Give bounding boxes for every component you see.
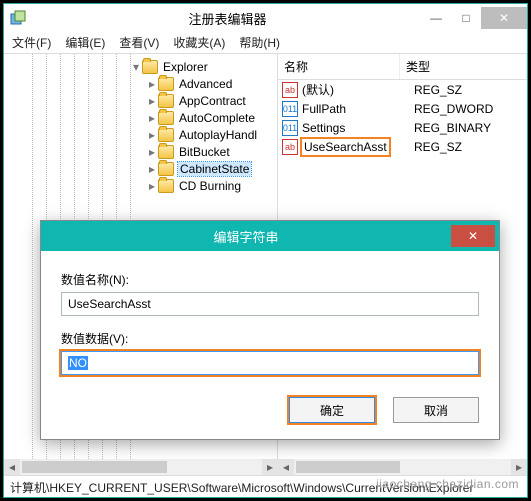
tree-label: CabinetState <box>178 162 251 176</box>
folder-icon <box>158 111 174 125</box>
maximize-button[interactable]: □ <box>451 7 481 29</box>
tree-item-explorer[interactable]: ▾ Explorer <box>4 58 277 75</box>
dialog-titlebar: 编辑字符串 ✕ <box>41 221 499 251</box>
folder-icon <box>142 60 158 74</box>
value-type: REG_SZ <box>414 140 527 154</box>
menu-favorites[interactable]: 收藏夹(A) <box>173 34 225 51</box>
minimize-button[interactable]: — <box>421 7 451 29</box>
menubar: 文件(F) 编辑(E) 查看(V) 收藏夹(A) 帮助(H) <box>4 32 527 54</box>
expand-icon[interactable]: ▸ <box>146 94 158 108</box>
expand-icon[interactable]: ▸ <box>146 145 158 159</box>
folder-icon <box>158 179 174 193</box>
folder-icon <box>158 94 174 108</box>
scroll-thumb[interactable] <box>22 461 167 473</box>
value-string-icon: ab <box>282 139 298 155</box>
value-name-label: 数值名称(N): <box>61 271 479 288</box>
tree-item[interactable]: ▸ AutoComplete <box>4 109 277 126</box>
close-button[interactable]: ✕ <box>481 7 527 29</box>
scroll-thumb[interactable] <box>296 461 400 473</box>
tree-item[interactable]: ▸ CD Burning <box>4 177 277 194</box>
menu-edit[interactable]: 编辑(E) <box>65 34 105 51</box>
value-data-label: 数值数据(V): <box>61 330 479 347</box>
tree-label: Advanced <box>178 77 233 91</box>
collapse-icon[interactable]: ▾ <box>130 60 142 74</box>
tree-label: Explorer <box>162 60 209 74</box>
folder-icon <box>158 128 174 142</box>
tree-item[interactable]: ▸ Advanced <box>4 75 277 92</box>
expand-icon[interactable]: ▸ <box>146 128 158 142</box>
expand-icon[interactable]: ▸ <box>146 77 158 91</box>
titlebar: 注册表编辑器 — □ ✕ <box>4 4 527 32</box>
tree-scrollbar[interactable]: ◂ ▸ <box>4 459 278 475</box>
list-header: 名称 类型 <box>278 54 527 80</box>
tree-label: AutoplayHandl <box>178 128 258 142</box>
dialog-title: 编辑字符串 <box>41 227 451 246</box>
list-scrollbar[interactable]: ◂ ▸ <box>278 459 527 475</box>
value-binary-icon: 011 <box>282 120 298 136</box>
list-row[interactable]: 011 FullPathREG_DWORD <box>278 99 527 118</box>
value-type: REG_SZ <box>414 83 527 97</box>
scroll-track[interactable] <box>20 459 262 475</box>
tree-item[interactable]: ▸ BitBucket <box>4 143 277 160</box>
value-type: REG_BINARY <box>414 121 527 135</box>
scroll-right-button[interactable]: ▸ <box>511 459 527 475</box>
dialog-close-button[interactable]: ✕ <box>451 225 495 247</box>
value-name: FullPath <box>302 102 414 116</box>
menu-help[interactable]: 帮助(H) <box>239 34 280 51</box>
folder-icon <box>158 162 174 176</box>
value-binary-icon: 011 <box>282 101 298 117</box>
col-name[interactable]: 名称 <box>278 54 400 79</box>
cancel-button[interactable]: 取消 <box>393 397 479 423</box>
expand-icon[interactable]: ▸ <box>146 179 158 193</box>
tree-item[interactable]: ▸ CabinetState <box>4 160 277 177</box>
scroll-left-button[interactable]: ◂ <box>4 459 20 475</box>
value-type: REG_DWORD <box>414 102 527 116</box>
tree-item[interactable]: ▸ AutoplayHandl <box>4 126 277 143</box>
tree-label: AppContract <box>178 94 247 108</box>
col-type[interactable]: 类型 <box>400 54 527 79</box>
expand-icon[interactable]: ▸ <box>146 162 158 176</box>
ok-button[interactable]: 确定 <box>289 397 375 423</box>
folder-icon <box>158 145 174 159</box>
scroll-left-button[interactable]: ◂ <box>278 459 294 475</box>
value-string-icon: ab <box>282 82 298 98</box>
edit-string-dialog: 编辑字符串 ✕ 数值名称(N): 数值数据(V): NO 确定 取消 <box>40 220 500 440</box>
list-row[interactable]: ab UseSearchAsstREG_SZ <box>278 137 527 156</box>
tree-label: CD Burning <box>178 179 242 193</box>
value-name-input[interactable] <box>61 292 479 316</box>
scroll-track[interactable] <box>294 459 511 475</box>
menu-view[interactable]: 查看(V) <box>119 34 159 51</box>
tree-item[interactable]: ▸ AppContract <box>4 92 277 109</box>
registry-editor-window: 注册表编辑器 — □ ✕ 文件(F) 编辑(E) 查看(V) 收藏夹(A) 帮助… <box>3 3 528 498</box>
window-title: 注册表编辑器 <box>34 9 421 28</box>
menu-file[interactable]: 文件(F) <box>12 34 51 51</box>
list-row[interactable]: 011 SettingsREG_BINARY <box>278 118 527 137</box>
tree-label: AutoComplete <box>178 111 256 125</box>
expand-icon[interactable]: ▸ <box>146 111 158 125</box>
value-name: Settings <box>302 121 414 135</box>
value-data-input[interactable]: NO <box>61 351 479 375</box>
value-name: UseSearchAsst <box>302 140 414 154</box>
folder-icon <box>158 77 174 91</box>
list-row[interactable]: ab(默认)REG_SZ <box>278 80 527 99</box>
value-data-selected-text: NO <box>68 356 88 370</box>
app-icon <box>10 10 26 26</box>
value-name: (默认) <box>302 81 414 98</box>
status-bar: 计算机\HKEY_CURRENT_USER\Software\Microsoft… <box>4 475 527 497</box>
scroll-right-button[interactable]: ▸ <box>262 459 278 475</box>
tree-label: BitBucket <box>178 145 231 159</box>
